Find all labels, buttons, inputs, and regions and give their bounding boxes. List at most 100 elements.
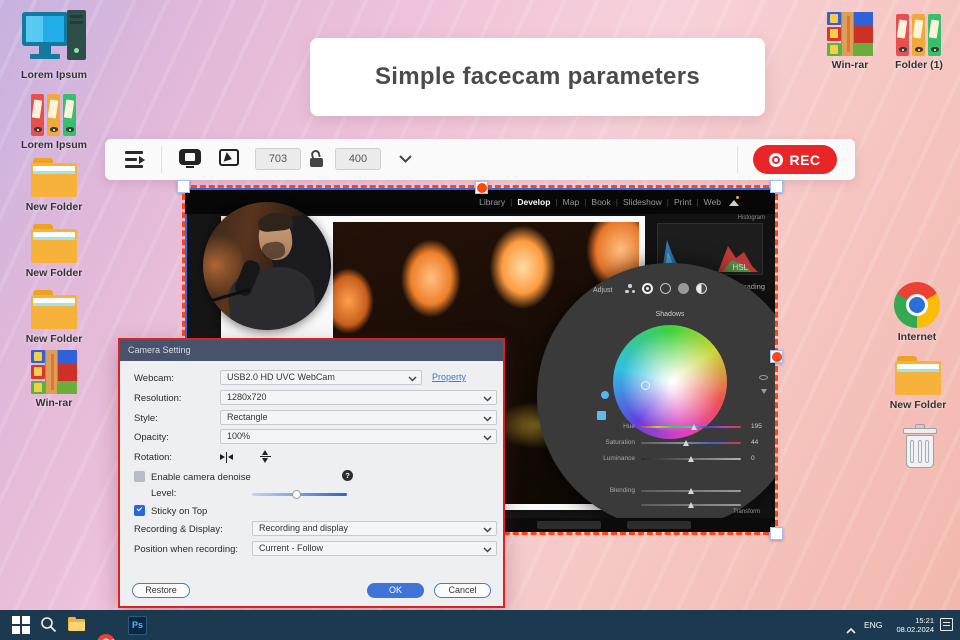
desktop-icon-new-folder-1[interactable]: New Folder (16, 158, 92, 213)
eye-icon[interactable] (759, 375, 768, 380)
resolution-label: Resolution: (134, 393, 182, 404)
cancel-button[interactable]: Cancel (434, 583, 491, 598)
icon-label: New Folder (25, 201, 83, 213)
icon-label: New Folder (25, 333, 83, 345)
luminance-slider[interactable] (641, 456, 741, 462)
help-icon[interactable]: ? (342, 470, 353, 481)
module-separator: | (666, 197, 669, 207)
ok-button[interactable]: OK (367, 583, 424, 598)
wheel-selection-marker[interactable] (641, 381, 650, 390)
winrar-icon (827, 12, 873, 56)
region-width-input[interactable] (255, 148, 301, 170)
hsl-label: HSL (732, 263, 748, 272)
collapse-caret-icon[interactable] (761, 389, 767, 394)
transform-label: Transform (733, 509, 761, 515)
desktop-icon-recycle-bin[interactable] (898, 424, 942, 470)
handle-top-center[interactable] (475, 181, 488, 194)
binders-icon (31, 94, 77, 136)
opacity-value: 100% (227, 431, 251, 441)
clock-date: 08.02.2024 (896, 625, 934, 634)
recording-display-select[interactable]: Recording and display (252, 521, 497, 536)
style-select[interactable]: Rectangle (220, 410, 497, 425)
start-button[interactable] (12, 616, 30, 634)
rec-button[interactable]: REC (753, 145, 837, 174)
icon-label: Win-rar (35, 397, 73, 409)
desktop-icon-new-folder-right[interactable]: New Folder (886, 356, 950, 411)
language-indicator[interactable]: ENG (864, 620, 882, 630)
icon-label: Lorem Ipsum (21, 69, 87, 81)
saturation-slider[interactable] (641, 440, 741, 446)
photoshop-taskbar-button[interactable]: Ps (128, 616, 147, 635)
property-link[interactable]: Property (432, 372, 466, 382)
handle-right-middle[interactable] (770, 350, 783, 363)
rec-label: REC (789, 151, 821, 168)
record-icon (769, 152, 784, 167)
balance-slider[interactable] (641, 502, 741, 508)
icon-label: New Folder (25, 267, 83, 279)
handle-top-left[interactable] (177, 180, 190, 193)
tab-develop[interactable]: Develop (517, 197, 550, 207)
panel-toggle-box[interactable] (597, 411, 606, 420)
custom-region-icon[interactable] (219, 149, 239, 168)
opacity-select[interactable]: 100% (220, 429, 497, 444)
flip-horizontal-icon[interactable] (220, 452, 233, 463)
desktop-icon-computer[interactable]: Lorem Ipsum (16, 10, 92, 81)
panel-collapse-icon[interactable] (125, 151, 145, 168)
toolbar-divider (161, 146, 162, 173)
saturation-label: Saturation (605, 439, 635, 446)
unlock-aspect-icon[interactable] (310, 149, 325, 167)
module-separator: | (555, 197, 558, 207)
fullscreen-mode-icon[interactable] (179, 149, 201, 168)
desktop-icon-folder-1[interactable]: Folder (1) (886, 14, 952, 71)
global-wheel-icon[interactable] (696, 283, 707, 294)
taskbar-search-button[interactable] (40, 616, 58, 634)
lr-bottom-button[interactable] (627, 521, 691, 529)
level-slider[interactable] (252, 489, 347, 499)
handle-bottom-right[interactable] (770, 527, 783, 540)
desktop-icon-new-folder-3[interactable]: New Folder (16, 290, 92, 345)
lr-bottom-button[interactable] (537, 521, 601, 529)
chevron-down-icon[interactable] (399, 155, 412, 163)
position-label: Position when recording: (134, 544, 239, 555)
denoise-checkbox[interactable] (134, 471, 145, 482)
tab-slideshow[interactable]: Slideshow (623, 197, 662, 207)
module-separator: | (584, 197, 587, 207)
desktop-icon-winrar-top[interactable]: Win-rar (818, 12, 882, 71)
icon-label: Win-rar (831, 59, 869, 71)
restore-button[interactable]: Restore (132, 583, 190, 598)
chrome-taskbar-button[interactable] (97, 634, 115, 640)
flip-vertical-icon[interactable] (260, 450, 271, 463)
blending-slider[interactable] (641, 488, 741, 494)
hue-slider[interactable] (641, 424, 741, 430)
sample-point-dot[interactable] (601, 391, 609, 399)
webcam-select[interactable]: USB2.0 HD UVC WebCam (220, 370, 422, 385)
facecam-circle[interactable] (203, 202, 331, 330)
file-explorer-button[interactable] (68, 616, 86, 634)
desktop-icon-winrar-left[interactable]: Win-rar (16, 350, 92, 409)
position-select[interactable]: Current - Follow (252, 541, 497, 556)
clock[interactable]: 15:21 08.02.2024 (888, 616, 934, 634)
shadows-wheel-icon[interactable] (642, 283, 653, 294)
level-label: Level: (151, 488, 177, 499)
midtones-wheel-icon[interactable] (660, 283, 671, 294)
resolution-select[interactable]: 1280x720 (220, 390, 497, 405)
handle-top-right[interactable] (770, 180, 783, 193)
three-way-icon[interactable] (625, 284, 635, 293)
highlights-wheel-icon[interactable] (678, 283, 689, 294)
tab-map[interactable]: Map (563, 197, 580, 207)
hue-value: 195 (751, 423, 762, 430)
tray-expand-chevron[interactable] (846, 621, 856, 639)
desktop-icon-new-folder-2[interactable]: New Folder (16, 224, 92, 279)
sticky-checkbox[interactable] (134, 505, 145, 516)
notification-icon[interactable] (940, 618, 953, 631)
desktop-icon-binders[interactable]: Lorem Ipsum (16, 94, 92, 151)
wheel-center-dot (669, 381, 671, 383)
tab-web[interactable]: Web (704, 197, 721, 207)
region-height-input[interactable] (335, 148, 381, 170)
desktop-icon-internet[interactable]: Internet (884, 282, 950, 343)
tab-print[interactable]: Print (674, 197, 691, 207)
color-wheel[interactable] (613, 325, 727, 439)
tab-library[interactable]: Library (479, 197, 505, 207)
tab-book[interactable]: Book (591, 197, 610, 207)
hue-slider-row: Hue 195 (537, 423, 775, 431)
